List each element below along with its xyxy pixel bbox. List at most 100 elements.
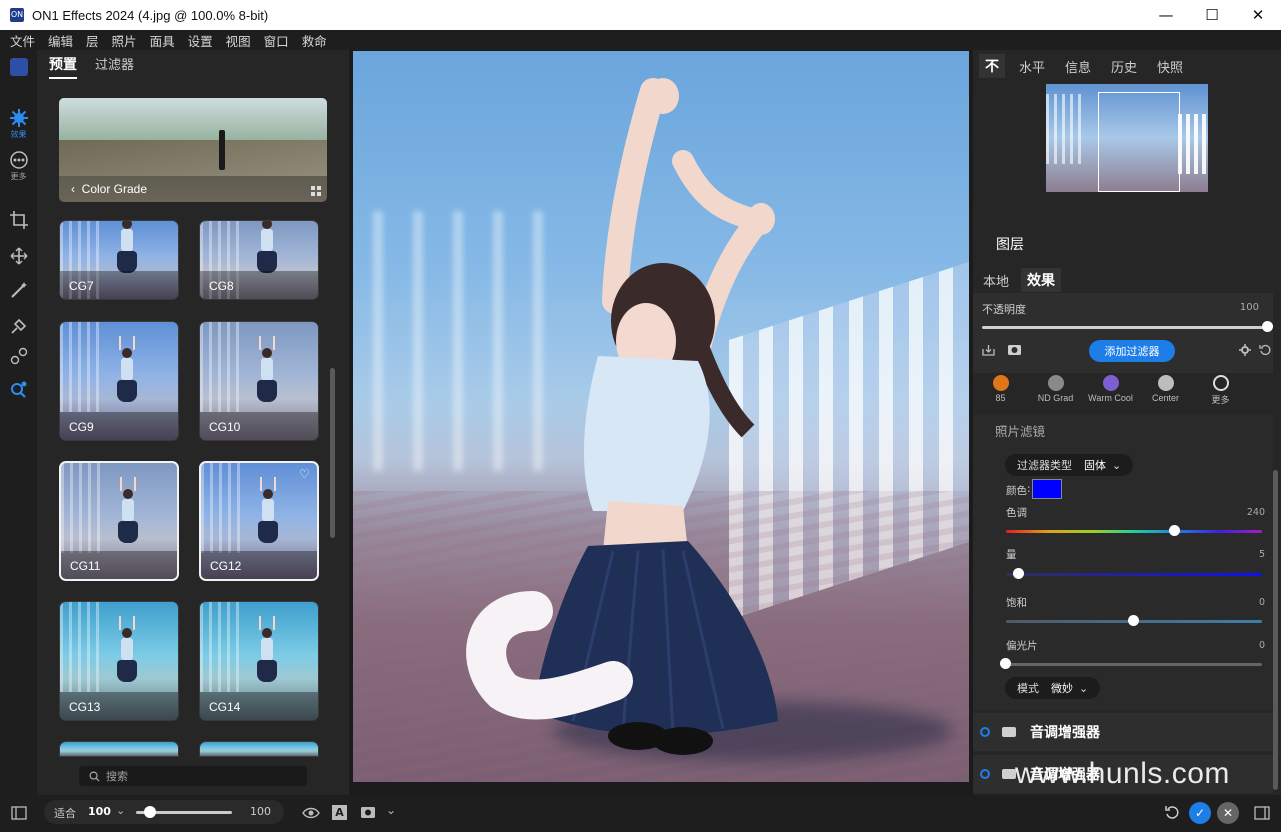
menu-mask[interactable]: 面具: [150, 31, 175, 50]
layer-visibility-icon[interactable]: [980, 769, 990, 779]
zoom-tool[interactable]: [0, 380, 37, 400]
preset-thumb-partial[interactable]: [199, 741, 319, 757]
filter-preset-nd-grad[interactable]: ND Grad: [1028, 375, 1083, 415]
tab-info[interactable]: 信息: [1065, 57, 1091, 76]
apply-check-icon[interactable]: ✓: [1189, 802, 1211, 824]
filter-preset-center[interactable]: Center: [1138, 375, 1193, 415]
effects-tool[interactable]: 效果: [0, 108, 37, 140]
blend-mode-dropdown[interactable]: 模式 微妙 ⌄: [1005, 677, 1101, 699]
tab-presets[interactable]: 预置: [49, 54, 77, 79]
preset-thumb-cg10[interactable]: CG10: [199, 321, 319, 441]
preset-thumb-cg14[interactable]: CG14: [199, 601, 319, 721]
ai-icon[interactable]: A: [332, 805, 347, 820]
import-icon[interactable]: [982, 344, 995, 356]
menu-edit[interactable]: 编辑: [48, 31, 73, 50]
cancel-x-icon[interactable]: ✕: [1217, 802, 1239, 824]
more-tool[interactable]: 更多: [0, 150, 37, 182]
preset-thumb-cg11[interactable]: CG11: [59, 461, 179, 581]
title-bar: ON ON1 Effects 2024 (4.jpg @ 100.0% 8-bi…: [0, 0, 1281, 30]
preset-thumb-partial[interactable]: [59, 741, 179, 757]
opacity-knob[interactable]: [1262, 321, 1273, 332]
effects-caption: 效果: [10, 130, 27, 139]
hue-track[interactable]: [1006, 530, 1262, 533]
grid-view-icon[interactable]: [311, 186, 321, 196]
tab-local[interactable]: 本地: [983, 271, 1009, 290]
layer-row[interactable]: 音调增强器: [973, 713, 1273, 751]
opacity-track[interactable]: [982, 326, 1268, 329]
layer-visibility-icon[interactable]: [980, 727, 990, 737]
photo-canvas[interactable]: [353, 51, 969, 782]
preset-label: CG14: [209, 700, 241, 714]
reset-icon[interactable]: [1259, 344, 1271, 356]
banner-figure: [219, 130, 225, 170]
zoom-icon: [10, 381, 26, 398]
search-input[interactable]: 搜索: [79, 766, 307, 786]
menu-photo[interactable]: 照片: [112, 31, 137, 50]
menu-help[interactable]: 救命: [302, 31, 327, 50]
close-button[interactable]: ✕: [1235, 0, 1281, 30]
menu-layer[interactable]: 层: [86, 31, 99, 50]
filter-preset-85[interactable]: 85: [973, 375, 1028, 415]
add-filter-button[interactable]: 添加过滤器: [1089, 340, 1175, 362]
settings-gear-icon[interactable]: [1239, 344, 1251, 356]
menu-file[interactable]: 文件: [10, 31, 35, 50]
toggle-left-panel-icon[interactable]: [11, 806, 27, 820]
tab-navigator[interactable]: 不: [979, 54, 1005, 78]
menu-view[interactable]: 视图: [226, 31, 251, 50]
presets-panel: 预置 过滤器 ‹ Color Grade CG7 CG8 CG9 CG10 CG…: [37, 50, 349, 795]
minimize-button[interactable]: —: [1143, 0, 1189, 30]
layer-mask-icon[interactable]: [1002, 727, 1016, 737]
amount-knob[interactable]: [1012, 568, 1024, 579]
chevron-down-icon[interactable]: ⌄: [386, 803, 396, 817]
retouch-tool[interactable]: [0, 316, 37, 336]
tab-levels[interactable]: 水平: [1019, 57, 1045, 76]
browse-tool[interactable]: [0, 58, 37, 76]
zoom-value[interactable]: 100: [88, 805, 111, 818]
layers-title: 图层: [996, 237, 1024, 253]
maximize-button[interactable]: ☐: [1189, 0, 1235, 30]
tab-history[interactable]: 历史: [1111, 57, 1137, 76]
crop-tool[interactable]: [0, 210, 37, 230]
mask-view-icon[interactable]: [360, 806, 376, 819]
hue-knob[interactable]: [1168, 525, 1180, 536]
filter-preset-more[interactable]: 更多: [1193, 375, 1248, 415]
preset-label: Warm Cool: [1088, 393, 1133, 403]
polarizer-track[interactable]: [1006, 663, 1262, 666]
filter-preset-warm-cool[interactable]: Warm Cool: [1083, 375, 1138, 415]
right-panel-scrollbar[interactable]: [1273, 470, 1278, 790]
polarizer-knob[interactable]: [1000, 658, 1011, 669]
toggle-right-panel-icon[interactable]: [1254, 806, 1270, 820]
preset-swatch-icon: [1102, 375, 1119, 391]
eye-icon[interactable]: [302, 806, 320, 820]
preset-swatch-icon: [1157, 375, 1174, 391]
filter-type-dropdown[interactable]: 过滤器类型 固体 ⌄: [1005, 454, 1134, 476]
menu-window[interactable]: 窗口: [264, 31, 289, 50]
layer-mask-icon[interactable]: [1002, 769, 1016, 779]
favorite-heart-icon[interactable]: ♡: [299, 468, 311, 480]
tab-snapshots[interactable]: 快照: [1157, 57, 1183, 76]
preset-thumb-cg8[interactable]: CG8: [199, 220, 319, 300]
navigator-preview[interactable]: [1046, 84, 1208, 192]
color-swatch[interactable]: [1032, 479, 1062, 499]
undo-icon[interactable]: [1164, 805, 1179, 820]
move-tool[interactable]: [0, 246, 37, 266]
clone-tool[interactable]: [0, 346, 37, 366]
chevron-down-icon[interactable]: ⌄: [116, 804, 125, 817]
preset-thumb-cg12[interactable]: ♡ CG12: [199, 461, 319, 581]
presets-scrollbar[interactable]: [330, 368, 335, 538]
brush-tool[interactable]: [0, 280, 37, 300]
zoom-slider-knob[interactable]: [144, 806, 157, 818]
category-banner[interactable]: ‹ Color Grade: [59, 98, 327, 202]
mask-icon[interactable]: [1007, 344, 1022, 356]
preset-thumb-cg7[interactable]: CG7: [59, 220, 179, 300]
menu-settings[interactable]: 设置: [188, 31, 213, 50]
fit-button[interactable]: 适合: [54, 805, 76, 821]
tab-effects[interactable]: 效果: [1021, 268, 1062, 292]
watermark-text: www.hunls.com: [1015, 757, 1230, 790]
preset-thumb-cg9[interactable]: CG9: [59, 321, 179, 441]
tab-filters[interactable]: 过滤器: [95, 54, 134, 73]
navigator-viewport-frame[interactable]: [1098, 92, 1180, 192]
amount-track[interactable]: [1006, 573, 1262, 576]
saturation-knob[interactable]: [1128, 615, 1139, 626]
preset-thumb-cg13[interactable]: CG13: [59, 601, 179, 721]
